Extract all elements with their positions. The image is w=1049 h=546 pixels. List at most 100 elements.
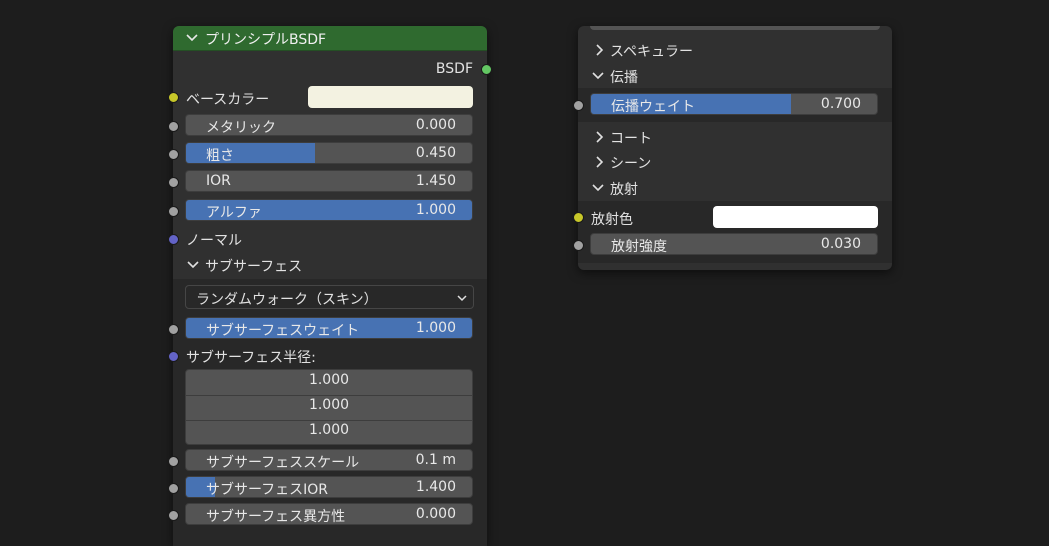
emission-strength-label: 放射強度	[611, 239, 667, 255]
ior-label: IOR	[206, 173, 231, 189]
alpha-value: 1.000	[415, 202, 456, 218]
transmission-weight-label: 伝播ウェイト	[611, 99, 695, 115]
chevron-down-icon[interactable]	[591, 181, 605, 195]
subsurface-weight-label: サブサーフェスウェイト	[206, 323, 360, 339]
alpha-row: アルファ 1.000	[168, 197, 487, 223]
chevron-down-icon[interactable]	[186, 258, 200, 272]
metallic-value: 0.000	[415, 117, 456, 133]
subsurface-radius-socket[interactable]	[168, 351, 179, 362]
subsurface-anisotropy-row: サブサーフェス異方性 0.000	[168, 501, 487, 527]
transmission-weight-socket[interactable]	[573, 100, 584, 111]
subsurface-scale-row: サブサーフェススケール 0.1 m	[168, 447, 487, 473]
normal-row: ノーマル	[168, 225, 487, 251]
emission-strength-value: 0.030	[820, 236, 861, 252]
specular-panel-header[interactable]: スペキュラー	[578, 36, 892, 62]
node-header[interactable]: プリンシプルBSDF	[173, 26, 487, 51]
sheen-panel-header[interactable]: シーン	[578, 148, 892, 174]
bsdf-output-row: BSDF	[173, 56, 492, 82]
sheen-panel-label: シーン	[610, 156, 652, 172]
subsurface-ior-value: 1.400	[415, 479, 456, 495]
transmission-weight-value: 0.700	[820, 96, 861, 112]
subsurface-radius-label: サブサーフェス半径:	[186, 350, 316, 366]
subsurface-anisotropy-socket[interactable]	[168, 510, 179, 521]
roughness-value: 0.450	[415, 145, 456, 161]
scrolled-field-edge	[590, 26, 880, 30]
subsurface-panel-label: サブサーフェス	[205, 259, 303, 275]
subsurface-method-dropdown[interactable]: ランダムウォーク（スキン）	[185, 285, 474, 309]
chevron-right-icon[interactable]	[592, 43, 606, 57]
normal-socket[interactable]	[168, 234, 179, 245]
subsurface-anisotropy-label: サブサーフェス異方性	[206, 509, 346, 525]
subsurface-weight-row: サブサーフェスウェイト 1.000	[168, 316, 487, 342]
emission-color-swatch[interactable]	[713, 206, 878, 228]
subsurface-radius-x-value: 1.000	[308, 372, 350, 388]
subsurface-scale-label: サブサーフェススケール	[206, 455, 360, 471]
dropdown-arrow-icon	[455, 291, 469, 305]
chevron-right-icon[interactable]	[592, 130, 606, 144]
metallic-row: メタリック 0.000	[168, 112, 487, 138]
subsurface-radius-row: サブサーフェス半径:	[168, 343, 487, 369]
subsurface-radius-y-value: 1.000	[308, 397, 350, 413]
subsurface-ior-socket[interactable]	[168, 483, 179, 494]
roughness-row: 粗さ 0.450	[168, 140, 487, 166]
roughness-label: 粗さ	[206, 148, 234, 164]
normal-label: ノーマル	[186, 233, 242, 249]
chevron-right-icon[interactable]	[592, 155, 606, 169]
principled-bsdf-node[interactable]: プリンシプルBSDF BSDF ベースカラー メタリック 0.000 粗さ 0.…	[168, 26, 492, 546]
roughness-socket[interactable]	[168, 149, 179, 160]
subsurface-anisotropy-value: 0.000	[415, 506, 456, 522]
subsurface-scale-field[interactable]: サブサーフェススケール 0.1 m	[185, 449, 473, 471]
alpha-slider[interactable]: アルファ 1.000	[185, 199, 473, 221]
bsdf-output-label: BSDF	[435, 61, 473, 77]
subsurface-scale-value: 0.1 m	[415, 452, 456, 468]
emission-strength-row: 放射強度 0.030	[573, 232, 892, 258]
transmission-weight-row: 伝播ウェイト 0.700	[573, 92, 892, 118]
base-color-socket[interactable]	[168, 92, 179, 103]
emission-strength-socket[interactable]	[573, 240, 584, 251]
subsurface-radius-vector: 1.000 1.000 1.000	[185, 369, 473, 445]
subsurface-radius-z[interactable]: 1.000	[186, 420, 472, 444]
base-color-swatch[interactable]	[308, 86, 473, 108]
chevron-down-icon[interactable]	[185, 31, 199, 45]
subsurface-anisotropy-slider[interactable]: サブサーフェス異方性 0.000	[185, 503, 473, 525]
roughness-slider[interactable]: 粗さ 0.450	[185, 142, 473, 164]
emission-panel-header[interactable]: 放射	[578, 174, 892, 200]
subsurface-scale-socket[interactable]	[168, 456, 179, 467]
metallic-label: メタリック	[206, 120, 276, 136]
subsurface-weight-slider[interactable]: サブサーフェスウェイト 1.000	[185, 317, 473, 339]
ior-socket[interactable]	[168, 177, 179, 188]
transmission-panel-header[interactable]: 伝播	[578, 62, 892, 88]
ior-row: IOR 1.450	[168, 168, 487, 194]
node-title: プリンシプルBSDF	[205, 32, 327, 48]
subsurface-ior-label: サブサーフェスIOR	[206, 482, 329, 498]
alpha-socket[interactable]	[168, 206, 179, 217]
subsurface-radius-x[interactable]: 1.000	[186, 370, 472, 394]
metallic-socket[interactable]	[168, 121, 179, 132]
subsurface-weight-socket[interactable]	[168, 324, 179, 335]
emission-color-socket[interactable]	[573, 212, 584, 223]
transmission-weight-slider[interactable]: 伝播ウェイト 0.700	[590, 93, 878, 115]
specular-panel-label: スペキュラー	[610, 44, 694, 60]
subsurface-radius-y[interactable]: 1.000	[186, 395, 472, 419]
subsurface-radius-z-value: 1.000	[308, 422, 350, 438]
emission-panel-label: 放射	[610, 182, 638, 198]
alpha-label: アルファ	[206, 205, 262, 221]
emission-color-row: 放射色	[573, 204, 892, 230]
ior-value: 1.450	[415, 173, 456, 189]
principled-bsdf-node-continued[interactable]: スペキュラー 伝播 伝播ウェイト 0.700 コート シーン 放射 放射色 放射…	[573, 26, 892, 270]
coat-panel-header[interactable]: コート	[578, 123, 892, 149]
chevron-down-icon[interactable]	[591, 69, 605, 83]
subsurface-method-value: ランダムウォーク（スキン）	[196, 292, 378, 308]
subsurface-ior-row: サブサーフェスIOR 1.400	[168, 474, 487, 500]
subsurface-weight-value: 1.000	[415, 320, 456, 336]
base-color-label: ベースカラー	[186, 92, 270, 108]
metallic-slider[interactable]: メタリック 0.000	[185, 114, 473, 136]
bsdf-output-socket[interactable]	[481, 64, 492, 75]
emission-color-label: 放射色	[591, 212, 633, 228]
transmission-panel-label: 伝播	[610, 70, 638, 86]
emission-strength-field[interactable]: 放射強度 0.030	[590, 233, 878, 255]
base-color-row: ベースカラー	[168, 84, 487, 110]
subsurface-ior-slider[interactable]: サブサーフェスIOR 1.400	[185, 476, 473, 498]
ior-field[interactable]: IOR 1.450	[185, 170, 473, 192]
subsurface-panel-header[interactable]: サブサーフェス	[173, 251, 487, 277]
